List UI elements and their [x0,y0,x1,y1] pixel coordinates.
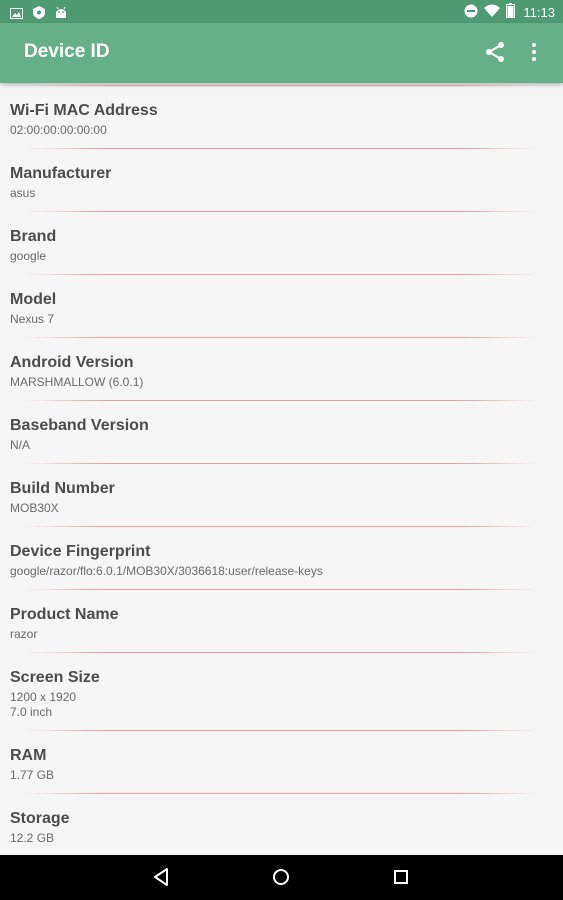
item-label: Brand [10,228,57,245]
recents-icon [390,870,412,892]
item-value: 02:00:00:00:00:00 [10,123,107,137]
item-label: Build Number [10,480,115,497]
android-shield-icon [33,4,45,23]
list-item[interactable]: Baseband Version N/A [0,401,563,463]
list-item[interactable]: Product Name razor [0,590,563,652]
overflow-menu-button[interactable] [528,41,552,65]
list-item[interactable]: Wi-Fi MAC Address 02:00:00:00:00:00 [0,86,563,148]
do-not-disturb-icon [464,4,478,22]
back-icon [150,868,172,892]
home-button[interactable] [270,866,294,890]
item-label: Wi-Fi MAC Address [10,102,158,119]
home-icon [270,869,292,892]
wifi-icon [484,4,501,21]
list-item[interactable]: Build Number MOB30X [0,464,563,526]
app-title: Device ID [24,41,110,62]
clock: 11:13 [523,5,555,20]
item-value: 12.2 GB [10,831,55,845]
list-item[interactable]: Manufacturer asus [0,149,563,211]
recents-button[interactable] [390,866,414,890]
status-bar: 11:13 [0,0,563,23]
app-bar: Device ID [0,23,563,83]
share-icon [484,42,506,67]
item-value: google/razor/flo:6.0.1/MOB30X/3036618:us… [10,564,323,578]
android-icon [55,4,67,23]
device-info-list[interactable]: Wi-Fi MAC Address 02:00:00:00:00:00 Manu… [0,83,563,855]
list-item[interactable]: Storage 12.2 GB [0,794,563,855]
item-label: Baseband Version [10,417,149,434]
item-label: RAM [10,747,47,764]
item-label: Product Name [10,606,119,623]
list-item[interactable]: Brand google [0,212,563,274]
more-vert-icon [528,43,540,67]
back-button[interactable] [150,866,174,890]
item-value: 1.77 GB [10,768,55,782]
list-item[interactable]: RAM 1.77 GB [0,731,563,793]
item-value: google [10,249,47,263]
list-item[interactable]: Screen Size 1200 x 1920 7.0 inch [0,653,563,730]
item-label: Manufacturer [10,165,112,182]
navigation-bar [0,855,563,900]
item-value: Nexus 7 [10,312,55,326]
battery-icon [506,3,516,22]
image-icon [10,4,23,23]
item-label: Model [10,291,57,308]
item-label: Android Version [10,354,134,371]
item-value: MARSHMALLOW (6.0.1) [10,375,144,389]
item-value: razor [10,627,38,641]
list-item[interactable]: Device Fingerprint google/razor/flo:6.0.… [0,527,563,589]
share-button[interactable] [484,41,508,65]
item-label: Screen Size [10,669,100,686]
item-value: MOB30X [10,501,59,515]
item-value: 1200 x 1920 7.0 inch [10,690,77,719]
item-label: Storage [10,810,70,827]
item-label: Device Fingerprint [10,543,151,560]
item-value: N/A [10,438,31,452]
item-value: asus [10,186,36,200]
list-item[interactable]: Android Version MARSHMALLOW (6.0.1) [0,338,563,400]
list-item[interactable]: Model Nexus 7 [0,275,563,337]
